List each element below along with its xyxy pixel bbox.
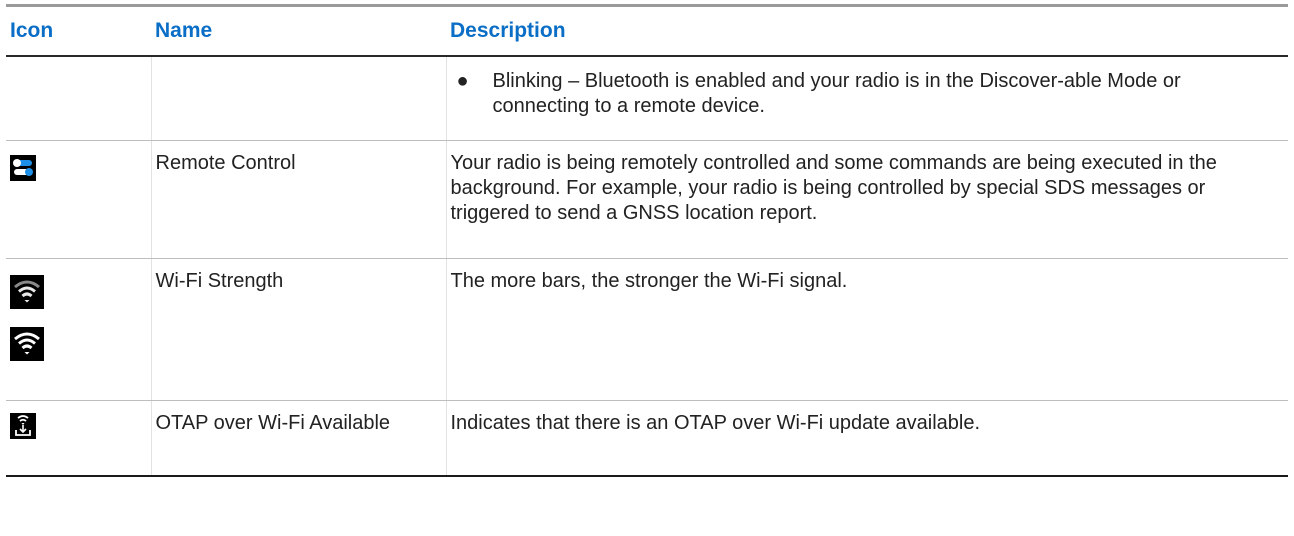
bullet-text: Blinking – Bluetooth is enabled and your… xyxy=(492,70,1181,117)
icon-table: Icon Name Description ● Blinking – Bluet… xyxy=(6,4,1288,477)
column-header-name: Name xyxy=(151,5,446,57)
name-cell: Remote Control xyxy=(150,140,446,259)
table-row: Wi-Fi Strength The more bars, the strong… xyxy=(6,258,1288,401)
name-cell: OTAP over Wi-Fi Available xyxy=(150,400,446,476)
column-header-icon: Icon xyxy=(6,5,151,57)
description-cell: The more bars, the stronger the Wi-Fi si… xyxy=(445,258,1288,401)
table-header-row: Icon Name Description xyxy=(6,5,1288,57)
wifi-strength-partial-icon xyxy=(10,274,44,309)
description-cell: ● Blinking – Bluetooth is enabled and yo… xyxy=(445,56,1288,141)
remote-control-icon xyxy=(10,154,36,181)
icon-cell xyxy=(6,140,151,259)
icon-cell xyxy=(6,56,151,141)
table-row: ● Blinking – Bluetooth is enabled and yo… xyxy=(6,56,1288,141)
icon-cell xyxy=(6,400,151,476)
icon-cell xyxy=(6,258,151,401)
description-cell: Indicates that there is an OTAP over Wi-… xyxy=(445,400,1288,476)
name-cell: Wi-Fi Strength xyxy=(150,258,446,401)
description-cell: Your radio is being remotely controlled … xyxy=(445,140,1288,259)
bullet-dot: ● xyxy=(456,70,469,92)
wifi-strength-full-icon xyxy=(10,326,44,361)
table-row: Remote Control Your radio is being remot… xyxy=(6,140,1288,259)
name-cell xyxy=(150,56,446,141)
column-header-description: Description xyxy=(446,5,1288,57)
bullet-list: ● Blinking – Bluetooth is enabled and yo… xyxy=(451,69,1269,119)
list-item: ● Blinking – Bluetooth is enabled and yo… xyxy=(451,69,1269,119)
table-row: OTAP over Wi-Fi Available Indicates that… xyxy=(6,400,1288,476)
wifi-icon-stack xyxy=(10,269,131,361)
otap-download-icon xyxy=(10,412,36,439)
